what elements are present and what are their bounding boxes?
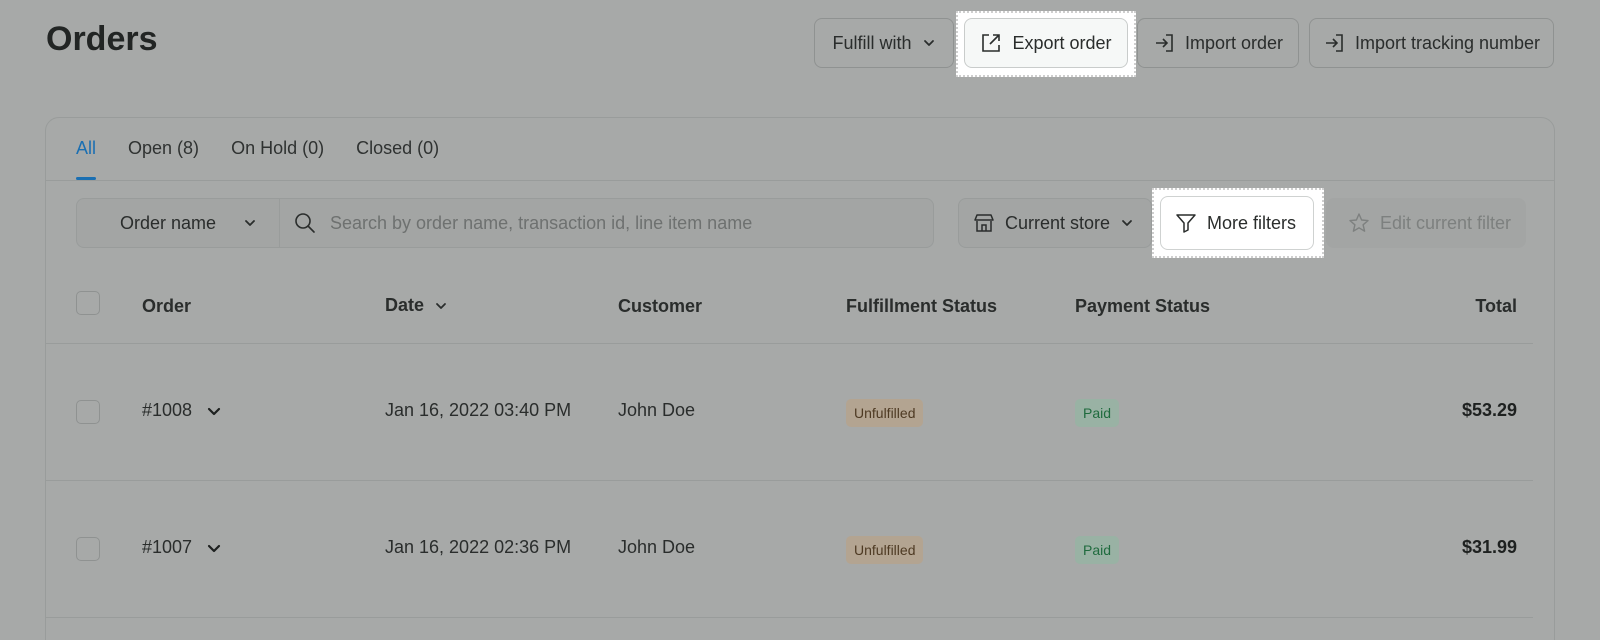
order-total: $53.29 [1461,400,1517,420]
export-icon [982,34,1001,52]
order-cell: #1007 [142,537,222,558]
tabs: All Open (8) On Hold (0) Closed (0) [76,118,439,180]
search-input[interactable] [330,212,910,234]
import-icon [1325,34,1343,52]
column-payment-label: Payment Status [1075,296,1211,316]
import-tracking-button[interactable]: Import tracking number [1309,18,1554,68]
orders-card: All Open (8) On Hold (0) Closed (0) Orde… [45,117,1555,640]
order-cell: #1008 [142,400,222,421]
export-order-highlight: Export order [956,11,1136,77]
import-order-button[interactable]: Import order [1137,18,1299,68]
import-icon [1155,34,1173,52]
select-all-checkbox[interactable] [76,291,100,315]
fulfill-with-label: Fulfill with [832,32,912,53]
customer-name: John Doe [618,537,696,557]
export-order-label: Export order [1012,32,1112,53]
star-icon [1349,213,1369,232]
order-date: Jan 16, 2022 03:40 PM [385,400,572,420]
fulfillment-status-badge: Unfulfilled [846,399,924,427]
column-total-label: Total [1475,296,1517,316]
fulfill-with-button[interactable]: Fulfill with [814,18,954,68]
chevron-down-icon [436,302,446,309]
column-order: Order [142,296,191,317]
edit-current-filter-label: Edit current filter [1380,212,1512,233]
order-name-select-label: Order name [120,212,217,233]
column-date[interactable]: Date [385,295,448,316]
more-filters-button[interactable]: More filters [1160,196,1314,250]
table-header: Order Date Customer Fulfillment Status P… [46,276,1533,344]
tabs-divider [46,180,1554,181]
chevron-down-icon[interactable] [206,540,222,556]
row-checkbox[interactable] [76,400,100,424]
current-store-button[interactable]: Current store [958,198,1152,248]
fulfillment-status-badge: Unfulfilled [846,536,924,564]
export-order-button[interactable]: Export order [964,18,1128,68]
order-number[interactable]: #1008 [142,400,192,421]
column-fulfillment-label: Fulfillment Status [846,296,998,316]
payment-status-badge: Paid [1075,536,1120,564]
top-actions: Fulfill with Export order Import order I… [0,11,1600,77]
column-order-label: Order [142,296,192,316]
search-box [279,198,934,248]
row-checkbox[interactable] [76,537,100,561]
current-store-label: Current store [1005,212,1111,233]
search-icon [295,213,315,233]
column-payment-status: Payment Status [1075,296,1210,317]
table-row[interactable]: #1007 Jan 16, 2022 02:36 PM John Doe Unf… [46,481,1533,618]
customer-name: John Doe [618,400,696,420]
column-date-label: Date [385,295,425,315]
order-total: $31.99 [1461,537,1517,557]
order-number[interactable]: #1007 [142,537,192,558]
tab-on-hold[interactable]: On Hold (0) [231,118,324,180]
more-filters-label: More filters [1207,212,1297,233]
edit-current-filter-button[interactable]: Edit current filter [1326,198,1526,248]
store-icon [974,214,994,232]
import-order-label: Import order [1184,32,1284,53]
table-row[interactable]: #1008 Jan 16, 2022 03:40 PM John Doe Unf… [46,344,1533,481]
column-customer: Customer [618,296,702,317]
import-tracking-label: Import tracking number [1354,32,1541,53]
tab-closed[interactable]: Closed (0) [356,118,439,180]
column-total: Total [1475,296,1517,317]
column-fulfillment-status: Fulfillment Status [846,296,997,317]
chevron-down-icon[interactable] [206,403,222,419]
filter-icon [1176,214,1196,233]
tab-all[interactable]: All [76,118,97,180]
payment-status-badge: Paid [1075,399,1120,427]
filter-row: Order name Current store More filters Ed… [46,188,1554,258]
tab-open[interactable]: Open (8) [128,118,199,180]
orders-table: Order Date Customer Fulfillment Status P… [46,276,1533,618]
chevron-down-icon [1122,220,1132,226]
column-customer-label: Customer [618,296,703,316]
order-date: Jan 16, 2022 02:36 PM [385,537,572,557]
order-name-select[interactable]: Order name [76,198,280,248]
chevron-down-icon [923,40,934,46]
chevron-down-icon [245,220,255,226]
more-filters-highlight: More filters [1152,188,1324,258]
